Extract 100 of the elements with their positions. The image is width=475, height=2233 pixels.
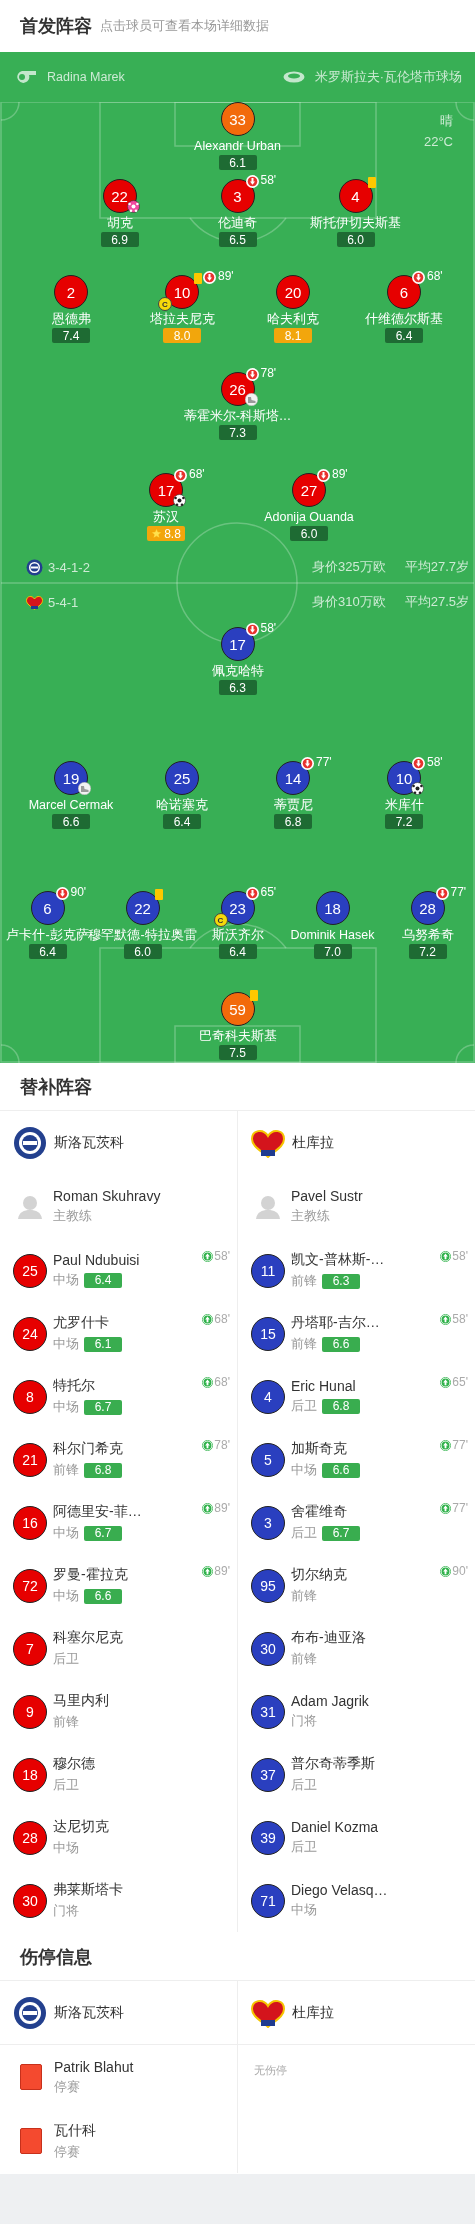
substitution-in-icon bbox=[440, 1376, 452, 1388]
position-label: 后卫 bbox=[291, 1838, 317, 1856]
player-number[interactable]: 28 bbox=[13, 1820, 47, 1855]
substitution-in-icon bbox=[440, 1439, 452, 1451]
player-number[interactable]: 14 bbox=[276, 761, 310, 795]
player-name: 塔拉夫尼克 bbox=[149, 311, 215, 328]
player-number[interactable]: 37 bbox=[251, 1757, 285, 1792]
player-name: 尤罗什卡 bbox=[53, 1314, 110, 1332]
player-number[interactable]: 25 bbox=[13, 1253, 47, 1288]
substitution-in-icon bbox=[202, 1313, 214, 1325]
substitution-time: 58' bbox=[452, 1312, 468, 1326]
player-number[interactable]: 9 bbox=[13, 1694, 47, 1729]
player-name: 特托尔 bbox=[53, 1377, 96, 1395]
rating-badge: 6.4 bbox=[84, 1272, 122, 1288]
player-number[interactable]: 30 bbox=[13, 1883, 47, 1918]
player-name: Adam Jagrik bbox=[291, 1693, 369, 1709]
player-name: 哈诺塞克 bbox=[156, 797, 208, 814]
squad-value: 身价310万欧 bbox=[312, 593, 386, 611]
stadium-icon bbox=[282, 71, 305, 83]
substitution-in-icon bbox=[202, 1250, 214, 1262]
player-number[interactable]: 33 bbox=[220, 102, 255, 136]
substitution-time: 68' bbox=[427, 269, 443, 283]
player-number[interactable]: 5 bbox=[251, 1442, 285, 1477]
player-number[interactable]: 24 bbox=[13, 1316, 47, 1351]
player-name: 加斯奇克 bbox=[291, 1440, 348, 1458]
player-name: 丹塔耶-吉尔… bbox=[291, 1314, 380, 1332]
player-number[interactable]: 20 bbox=[276, 275, 310, 309]
own-goal-ball-icon bbox=[126, 200, 140, 213]
player-number[interactable]: 21 bbox=[13, 1442, 47, 1477]
substitution-out-icon bbox=[317, 469, 330, 482]
player-name: 凯文-普林斯-… bbox=[291, 1251, 385, 1269]
player-number[interactable]: 95 bbox=[251, 1568, 285, 1603]
player-name: Patrik Blahut bbox=[54, 2058, 134, 2075]
substitution-out-icon bbox=[174, 469, 187, 482]
player-number[interactable]: 25 bbox=[165, 761, 199, 795]
rating-badge: 6.8 bbox=[84, 1462, 122, 1478]
rating-badge: 6.6 bbox=[84, 1588, 122, 1604]
player-number[interactable]: 22 bbox=[125, 891, 160, 925]
player-number[interactable]: 28 bbox=[410, 891, 445, 925]
rating-value: 6.9 bbox=[111, 232, 128, 247]
rating-value: 6.8 bbox=[284, 814, 302, 829]
player-number[interactable]: 15 bbox=[251, 1316, 285, 1351]
player-name: 苏汉 bbox=[153, 509, 179, 526]
player-name: Paul Ndubuisi bbox=[53, 1252, 140, 1268]
player-number[interactable]: 8 bbox=[13, 1379, 47, 1414]
position-label: 中场 bbox=[53, 1271, 79, 1289]
player-name: 科尔门希克 bbox=[53, 1440, 123, 1458]
position-label: 前锋 bbox=[53, 1713, 79, 1731]
rating-badge: 6.1 bbox=[84, 1336, 122, 1352]
substitution-time: 65' bbox=[452, 1375, 468, 1389]
team-crest-icon bbox=[26, 594, 43, 610]
player-number[interactable]: 18 bbox=[13, 1757, 47, 1792]
rating-badge: 6.8 bbox=[322, 1398, 360, 1414]
team-name: 斯洛瓦茨科 bbox=[54, 1133, 124, 1152]
player-number[interactable]: 17 bbox=[220, 627, 255, 661]
player-number[interactable]: 4 bbox=[251, 1379, 285, 1414]
rating-value: 6.0 bbox=[300, 526, 318, 541]
player-name: 切尔纳克 bbox=[291, 1566, 347, 1584]
player-number[interactable]: 27 bbox=[292, 473, 326, 507]
player-name: 什维德尔斯基 bbox=[365, 311, 443, 328]
player-number[interactable]: 4 bbox=[338, 179, 373, 213]
player-name: 罗曼-霍拉克 bbox=[53, 1566, 128, 1584]
rating-value: 6.5 bbox=[229, 232, 246, 247]
player-number[interactable]: 6 bbox=[30, 891, 65, 925]
substitution-time: 65' bbox=[260, 885, 277, 899]
player-number[interactable]: 19 bbox=[54, 761, 88, 795]
average-age: 平均27.5岁 bbox=[404, 593, 469, 611]
player-number[interactable]: 71 bbox=[251, 1883, 285, 1918]
rating-value: 6.6 bbox=[62, 814, 80, 829]
substitution-time: 90' bbox=[70, 885, 87, 899]
player-number[interactable]: 11 bbox=[251, 1253, 285, 1288]
rating-badge: 6.6 bbox=[322, 1336, 360, 1352]
player-number[interactable]: 30 bbox=[251, 1631, 285, 1666]
card-icon bbox=[20, 2064, 42, 2090]
substitution-time: 89' bbox=[332, 467, 348, 481]
formation-label: 3-4-1-2 bbox=[48, 559, 90, 575]
player-number[interactable]: 2 bbox=[54, 275, 88, 309]
player-number[interactable]: 72 bbox=[13, 1568, 47, 1603]
substitution-in-icon bbox=[440, 1313, 452, 1325]
position-label: 中场 bbox=[53, 1839, 79, 1857]
substitution-time: 77' bbox=[450, 885, 467, 899]
player-name: Adonija Ouanda bbox=[264, 509, 354, 526]
player-number[interactable]: 16 bbox=[13, 1505, 47, 1540]
boot-icon bbox=[78, 782, 91, 795]
substitution-time: 58' bbox=[260, 173, 277, 187]
substitution-out-icon bbox=[245, 368, 259, 381]
captain-badge: C bbox=[158, 297, 172, 311]
player-number[interactable]: 59 bbox=[220, 992, 255, 1026]
player-number[interactable]: 7 bbox=[13, 1631, 47, 1666]
player-number[interactable]: 39 bbox=[251, 1820, 285, 1855]
formation-label: 5-4-1 bbox=[48, 594, 79, 610]
player-number[interactable]: 6 bbox=[387, 275, 421, 309]
player-number[interactable]: 22 bbox=[102, 179, 137, 213]
player-number[interactable]: 3 bbox=[220, 179, 255, 213]
player-number[interactable]: 31 bbox=[251, 1694, 285, 1729]
team-name: 杜库拉 bbox=[292, 1133, 334, 1152]
player-number[interactable]: 18 bbox=[315, 891, 350, 925]
player-name: 穆尔德 bbox=[53, 1755, 95, 1773]
substitution-out-icon bbox=[412, 271, 425, 284]
player-number[interactable]: 3 bbox=[251, 1505, 285, 1540]
